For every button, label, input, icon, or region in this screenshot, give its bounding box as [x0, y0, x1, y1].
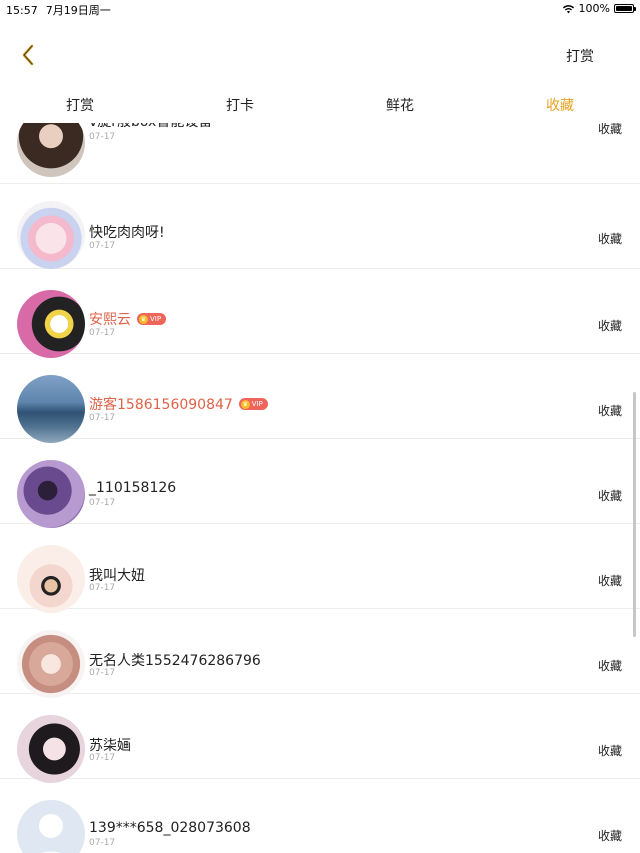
crown-icon: ♛ — [240, 399, 250, 409]
avatar — [17, 545, 85, 613]
favorite-label[interactable]: 收藏 — [598, 827, 622, 844]
date: 07-17 — [89, 668, 116, 678]
favorite-label[interactable]: 收藏 — [598, 230, 622, 247]
navigation-bar: 打赏 — [0, 18, 640, 90]
tab-flowers[interactable]: 鲜花 — [320, 90, 480, 123]
vip-badge: ♛ VIP — [238, 398, 268, 410]
tab-bar: 打赏 打卡 鲜花 收藏 — [0, 90, 640, 123]
avatar — [17, 123, 85, 177]
date: 07-17 — [89, 583, 116, 593]
user-name: 139***658_028073608 — [89, 820, 251, 836]
avatar — [17, 201, 85, 269]
avatar — [17, 460, 85, 528]
avatar — [17, 715, 85, 783]
status-bar: 15:57 7月19日周一 100% — [0, 0, 640, 18]
favorite-label[interactable]: 收藏 — [598, 317, 622, 334]
chevron-left-icon — [22, 44, 34, 66]
user-name: v旋r般box智能设备 — [89, 123, 212, 131]
date: 07-17 — [89, 413, 116, 423]
reward-button[interactable]: 打赏 — [566, 46, 594, 66]
user-name: 无名人类1552476286796 — [89, 653, 261, 669]
list-item[interactable]: 无名人类1552476286796 07-17 收藏 — [0, 609, 640, 698]
tab-favorites[interactable]: 收藏 — [480, 90, 640, 123]
user-name: 我叫大妞 — [89, 568, 145, 584]
user-name: 安熙云 ♛ VIP — [89, 309, 167, 329]
list-item[interactable]: 我叫大妞 07-17 收藏 — [0, 524, 640, 613]
list-item[interactable]: v旋r般box智能设备 07-17 收藏 — [0, 123, 640, 184]
back-button[interactable] — [18, 42, 40, 68]
favorite-label[interactable]: 收藏 — [598, 572, 622, 589]
user-name: _110158126 — [89, 480, 177, 496]
user-name: 快吃肉肉呀! — [89, 225, 165, 241]
avatar — [17, 800, 85, 853]
avatar — [17, 375, 85, 443]
user-name: 苏柒婳 — [89, 738, 131, 754]
tab-checkin[interactable]: 打卡 — [160, 90, 320, 123]
date: 07-17 — [89, 838, 116, 848]
battery-percent: 100% — [578, 2, 610, 15]
favorite-label[interactable]: 收藏 — [598, 657, 622, 674]
list-item[interactable]: 139***658_028073608 07-17 收藏 — [0, 779, 640, 853]
favorite-label[interactable]: 收藏 — [598, 123, 622, 137]
status-time: 15:57 — [6, 4, 38, 17]
favorite-label[interactable]: 收藏 — [598, 742, 622, 759]
list-item[interactable]: 游客1586156090847 ♛ VIP 07-17 收藏 — [0, 354, 640, 443]
list-item[interactable]: _110158126 07-17 收藏 — [0, 439, 640, 528]
user-name: 游客1586156090847 ♛ VIP — [89, 394, 268, 414]
default-avatar-icon — [39, 814, 63, 853]
avatar — [17, 290, 85, 358]
date: 07-17 — [89, 498, 116, 508]
date: 07-17 — [89, 328, 116, 338]
list-item[interactable]: 苏柒婳 07-17 收藏 — [0, 694, 640, 783]
avatar — [17, 630, 85, 698]
list-item[interactable]: 安熙云 ♛ VIP 07-17 收藏 — [0, 269, 640, 358]
list-item[interactable]: 快吃肉肉呀! 07-17 收藏 — [0, 184, 640, 269]
date: 07-17 — [89, 753, 116, 763]
favorites-list: v旋r般box智能设备 07-17 收藏 快吃肉肉呀! 07-17 收藏 安熙云… — [0, 123, 640, 853]
status-date: 7月19日周一 — [45, 4, 111, 17]
crown-icon: ♛ — [139, 314, 148, 324]
battery-icon — [614, 4, 636, 13]
favorite-label[interactable]: 收藏 — [598, 487, 622, 504]
scrollbar[interactable] — [633, 392, 636, 637]
date: 07-17 — [89, 241, 116, 251]
date: 07-17 — [89, 132, 116, 142]
favorite-label[interactable]: 收藏 — [598, 402, 622, 419]
wifi-icon — [562, 4, 574, 13]
tab-reward[interactable]: 打赏 — [0, 90, 160, 123]
vip-badge: ♛ VIP — [137, 313, 167, 325]
